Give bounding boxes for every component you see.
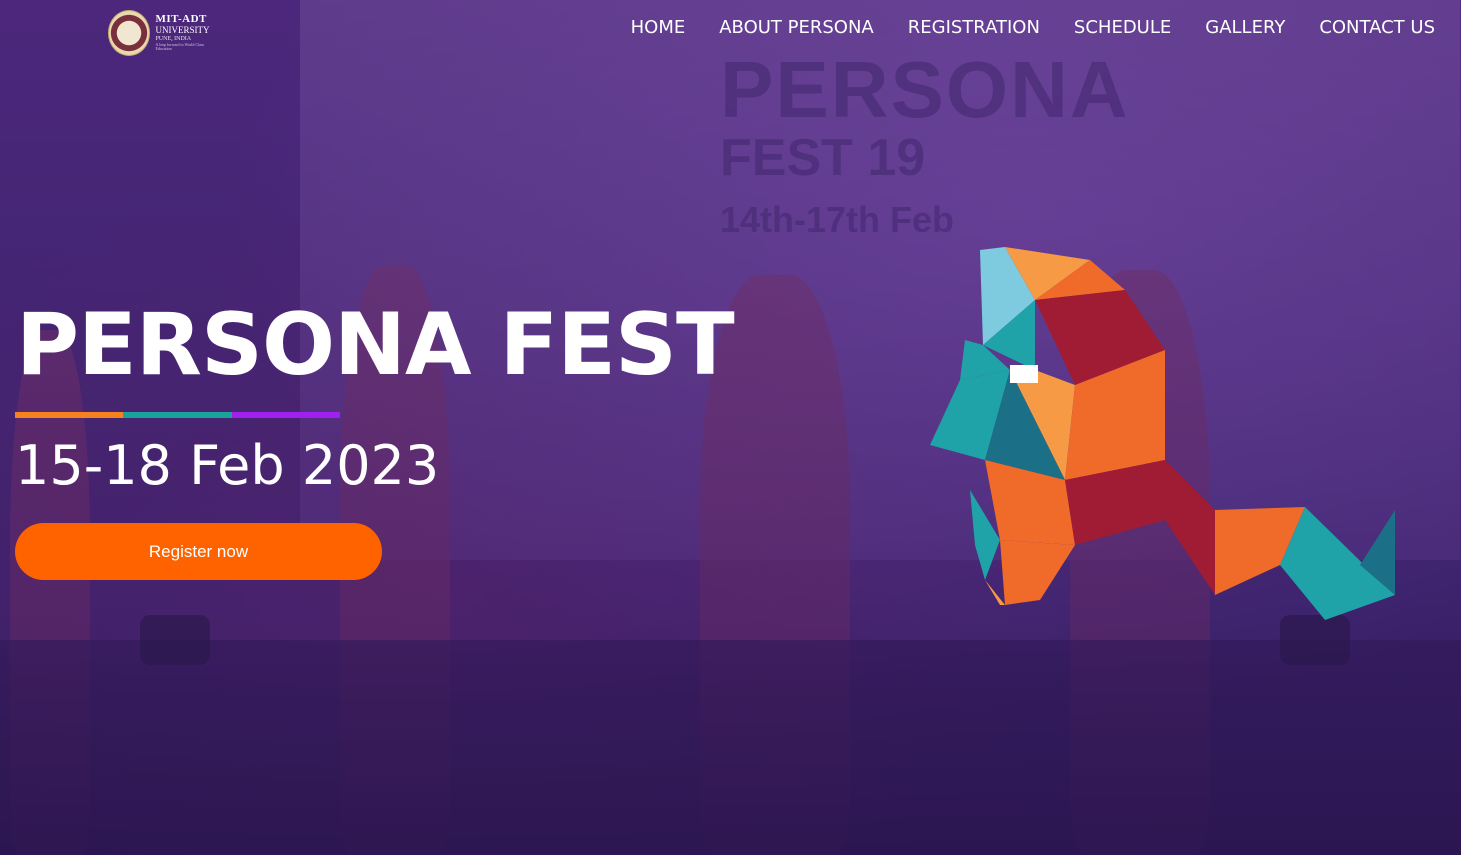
logo-line-4: A leap forward to World Class Education [155,42,205,51]
underline-segment-purple [231,412,340,418]
nav-about-persona[interactable]: ABOUT PERSONA [719,17,874,38]
nav-registration[interactable]: REGISTRATION [908,17,1040,38]
nav-home[interactable]: HOME [631,17,686,38]
logo-line-2: UNIVERSITY [155,25,210,35]
nav-schedule[interactable]: SCHEDULE [1074,17,1171,38]
hero-title: PERSONA FEST [16,295,735,395]
nav-contact-us[interactable]: CONTACT US [1319,17,1435,38]
top-navigation: MIT-ADT UNIVERSITY PUNE, INDIA A leap fo… [0,0,1461,56]
nav-links: HOME ABOUT PERSONA REGISTRATION SCHEDULE… [631,17,1435,38]
university-logo[interactable]: MIT-ADT UNIVERSITY PUNE, INDIA A leap fo… [108,9,216,56]
face-facet [1165,460,1215,595]
underline-segment-teal [123,412,232,418]
persona-face-logo-icon [930,247,1395,620]
tricolor-underline [15,412,340,418]
face-eye [1010,365,1038,383]
logo-text: MIT-ADT UNIVERSITY PUNE, INDIA A leap fo… [155,14,216,51]
nav-gallery[interactable]: GALLERY [1205,17,1285,38]
underline-segment-orange [15,412,124,418]
register-now-button[interactable]: Register now [15,523,382,580]
logo-line-1: MIT-ADT [155,13,207,25]
event-date: 15-18 Feb 2023 [15,434,440,497]
face-facet [1000,540,1075,605]
face-facet [985,580,1005,605]
university-seal-icon [108,9,151,56]
